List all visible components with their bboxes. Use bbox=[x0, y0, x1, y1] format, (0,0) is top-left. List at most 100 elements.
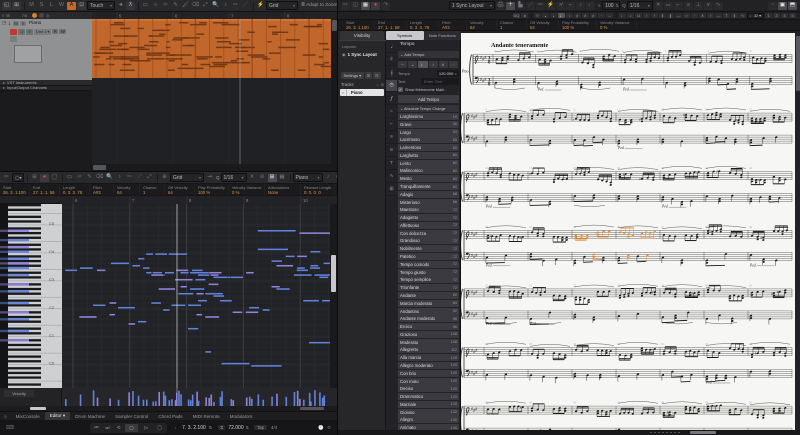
tempo-preset-adagio[interactable]: Adagio 68 bbox=[398, 190, 459, 198]
transport-play-button[interactable]: ▷ bbox=[140, 424, 152, 432]
tempo-note-button-1[interactable]: 𝅗𝅥 bbox=[408, 60, 418, 68]
tab-midi-remote[interactable]: MIDI Remote bbox=[188, 412, 225, 420]
sc-num-2[interactable]: 2 bbox=[773, 12, 780, 19]
monitor-button[interactable]: ◁ bbox=[18, 28, 25, 35]
tempo-preset-malinconico[interactable]: Malinconico 60 bbox=[398, 167, 459, 175]
ke-tool-icon-3[interactable]: ⌫ bbox=[95, 173, 104, 182]
activate-project-icon[interactable]: ◱ bbox=[2, 1, 11, 10]
sc-add-icon[interactable]: ＋ bbox=[506, 1, 515, 10]
sc-notevalue-6[interactable]: ♬ bbox=[590, 12, 598, 19]
global-l-button[interactable]: L bbox=[47, 1, 56, 10]
ke-o-icon[interactable]: ⊘ bbox=[257, 173, 267, 182]
sc-extra-icon-2[interactable]: ⊥ bbox=[693, 1, 703, 10]
tab-drum-machine[interactable]: Drum Machine bbox=[70, 412, 110, 420]
tempo-preset-con-brio[interactable]: Con brio 120 bbox=[398, 369, 459, 377]
sc-extra-icon-1[interactable]: ≥ bbox=[683, 1, 693, 10]
tempo-preset-allegretto[interactable]: Allegretto 112 bbox=[398, 346, 459, 354]
ke-x-icon[interactable]: ✕ bbox=[247, 173, 257, 182]
sc-tool-icon-5[interactable]: ♪ bbox=[576, 1, 585, 10]
tempo-note-button-0[interactable]: ‒ bbox=[398, 60, 408, 68]
sc-enharm-3[interactable]: ♭ bbox=[643, 12, 651, 19]
setup-toolbar-icon[interactable]: ⊞ bbox=[12, 1, 21, 10]
write-automation-button[interactable]: W bbox=[59, 29, 67, 34]
tool-icon-10[interactable]: ／ bbox=[241, 1, 250, 10]
sc-artic-1[interactable]: · bbox=[691, 12, 699, 19]
ke-hscroll-thumb[interactable] bbox=[30, 407, 46, 410]
sc-enharm-4[interactable]: ♮ bbox=[651, 12, 659, 19]
tempo-preset-larghissimo[interactable]: Larghissimo 19 bbox=[398, 113, 459, 120]
sc-record-icon[interactable]: ● bbox=[371, 1, 380, 10]
tool-icon-5[interactable]: ⌫ bbox=[191, 1, 200, 10]
tool-icon-6[interactable]: ⤢ bbox=[201, 1, 210, 10]
color-tool-icon[interactable]: ⚡ bbox=[256, 1, 265, 10]
transport-next-button[interactable]: ⏭ bbox=[102, 424, 113, 431]
tempo-preset-affettuoso[interactable]: Affettuoso 72 bbox=[398, 221, 459, 229]
visibility-track-piano[interactable]: ♪ Piano bbox=[340, 89, 384, 96]
sc-length-field[interactable]: 100 ⇅ bbox=[602, 1, 621, 10]
project-vscroll-thumb[interactable] bbox=[331, 20, 337, 31]
tempo-preset-allegro-moderato[interactable]: Allegro moderato 120 bbox=[398, 361, 459, 369]
tab-mixconsole[interactable]: MixConsole bbox=[11, 412, 45, 420]
tempo-preset-tempo-giusto[interactable]: Tempo giusto 72 bbox=[398, 268, 459, 276]
sc-notevalue-1[interactable]: 𝅗𝅥 bbox=[550, 12, 558, 19]
tempo-preset-moderato[interactable]: Moderato 108 bbox=[398, 338, 459, 346]
tempo-preset-deciso[interactable]: Deciso 120 bbox=[398, 385, 459, 393]
tempo-preset-larghetto[interactable]: Larghetto 60 bbox=[398, 151, 459, 159]
tool-icon-8[interactable]: ♪ bbox=[221, 1, 230, 10]
tempo-preset-tempo-comodo[interactable]: Tempo comodo 72 bbox=[398, 260, 459, 268]
sc-enharm-2[interactable]: U bbox=[635, 12, 643, 19]
sc-min-icon[interactable]: ▫ bbox=[768, 1, 777, 10]
transport-prev-button[interactable]: ⏮ bbox=[91, 424, 102, 431]
tempo-preset-tranquillamente[interactable]: Tranquillamente 60 bbox=[398, 183, 459, 191]
ke-snap-icon[interactable]: ⇥ bbox=[205, 173, 214, 182]
ke-loop-icon[interactable]: ◯ bbox=[50, 173, 59, 182]
project-hscroll-thumb[interactable] bbox=[93, 165, 106, 170]
global-w-button[interactable]: W bbox=[57, 1, 66, 10]
tempo-preset-lento[interactable]: Lento 60 bbox=[398, 159, 459, 167]
track-piano[interactable]: ◳ 1 M S Piano ◁ e Drm 1 ▾ R W bbox=[0, 19, 92, 80]
grid-type-dropdown[interactable]: Grid ▾ bbox=[266, 1, 298, 10]
add-tempo-header[interactable]: ⌄ Add Tempo bbox=[398, 51, 459, 58]
tempo-preset-drammatico[interactable]: Drammatico 120 bbox=[398, 393, 459, 401]
transport-cycle-button[interactable]: ⟲ bbox=[113, 424, 124, 432]
ke-info-icon[interactable]: ⊞ bbox=[30, 173, 39, 182]
tempo-preset-patetico[interactable]: Patetico 72 bbox=[398, 253, 459, 261]
sc-num-3[interactable]: 3 bbox=[781, 12, 788, 19]
tempo-note-button-2[interactable]: ♩ bbox=[418, 60, 428, 68]
tempo-note-button-4[interactable]: ♬ bbox=[438, 60, 448, 68]
sc-dash-button[interactable]: — bbox=[675, 12, 683, 19]
track-solo-button[interactable]: S bbox=[20, 20, 27, 26]
ke-autoscroll-icon[interactable]: ⊕ bbox=[160, 173, 169, 182]
tempo-preset-adagietto[interactable]: Adagietto 72 bbox=[398, 214, 459, 222]
tempo-preset-andantino[interactable]: Andantino 92 bbox=[398, 307, 459, 315]
sc-dq-button[interactable]: DQ bbox=[513, 12, 521, 19]
symbol-category-5[interactable]: 𝄐 bbox=[386, 106, 397, 118]
ke-record-icon[interactable]: ● bbox=[40, 173, 49, 182]
track-mute-button[interactable]: M bbox=[12, 20, 20, 26]
sc-layout-icon[interactable]: ◫ bbox=[351, 1, 360, 10]
tempo-preset-grandioso[interactable]: Grandioso 72 bbox=[398, 237, 459, 245]
ke-lane-icon[interactable]: ▦ bbox=[277, 173, 287, 182]
tempo-preset-alla-marcia[interactable]: Alla marcia 120 bbox=[398, 354, 459, 362]
tempo-preset-maestoso[interactable]: Maestoso 72 bbox=[398, 206, 459, 214]
sc-enharm-1[interactable]: ♪ bbox=[627, 12, 635, 19]
sc-print-icon[interactable]: 🖨 bbox=[496, 1, 505, 10]
sc-num-5[interactable]: 5 bbox=[789, 12, 796, 19]
sc-artic-4[interactable]: — bbox=[715, 12, 723, 19]
symbol-category-7[interactable]: ≡ bbox=[386, 132, 397, 144]
ke-vscroll-thumb[interactable] bbox=[331, 255, 336, 292]
ke-tool-icon-7[interactable]: ／ bbox=[135, 173, 144, 182]
symbols-tab-1[interactable]: Note Functions bbox=[423, 31, 461, 40]
sc-extra-icon-3[interactable]: ∨ bbox=[703, 1, 713, 10]
visibility-tab[interactable]: Visibility bbox=[340, 31, 384, 40]
symbols-tab-0[interactable]: Symbols bbox=[386, 31, 424, 40]
sc-notevalue-2[interactable]: ♩ bbox=[558, 12, 566, 19]
ke-tool-icon-5[interactable]: ♪ bbox=[115, 173, 124, 182]
tempo-text-field[interactable]: Enter Text bbox=[421, 78, 459, 85]
tempo-preset-andante[interactable]: Andante 80 bbox=[398, 291, 459, 299]
sc-notevalue-4[interactable]: ♬ bbox=[574, 12, 582, 19]
score-vscroll-thumb[interactable] bbox=[796, 36, 800, 91]
ke-note-icon[interactable]: ♪ bbox=[323, 173, 333, 182]
sc-extra-icon-4[interactable]: ∿ bbox=[713, 1, 723, 10]
tool-icon-4[interactable]: 🖌 bbox=[181, 1, 190, 10]
